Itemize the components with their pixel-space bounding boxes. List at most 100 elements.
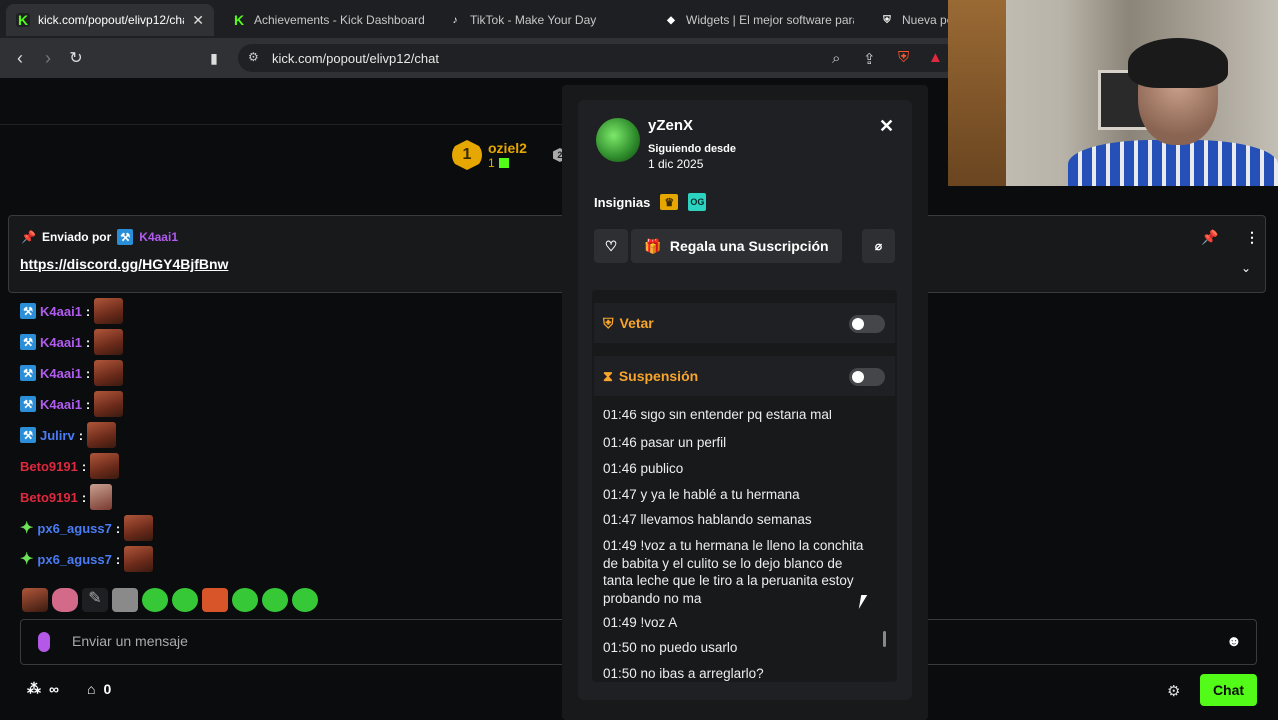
settings-gear-icon[interactable]: ⚙ <box>1167 682 1180 700</box>
history-message: 01:46 pasar un perfil <box>603 435 727 450</box>
emote-icon[interactable] <box>142 588 168 612</box>
mute-icon: ⌀ <box>874 239 883 253</box>
emote-icon[interactable] <box>202 588 228 612</box>
follow-heart-button[interactable]: ♡ <box>594 229 628 263</box>
chat-username[interactable]: K4aai1 <box>40 366 82 381</box>
points-icon[interactable]: ⁂ <box>27 680 41 697</box>
mute-button[interactable]: ⌀ <box>862 229 895 263</box>
webcam-hair <box>1128 38 1228 88</box>
bookmark-icon[interactable]: ▮ <box>204 48 224 68</box>
emote-icon[interactable] <box>172 588 198 612</box>
share-icon[interactable]: ⇪ <box>863 50 876 68</box>
ban-row: ⛨ Vetar <box>594 303 895 343</box>
kick-logo-icon: K <box>16 12 30 28</box>
colon-separator: : <box>85 334 91 350</box>
emote-icon[interactable] <box>94 298 124 324</box>
emote-icon[interactable] <box>94 329 124 355</box>
chat-username[interactable]: px6_aguss7 <box>37 521 111 536</box>
brave-shield-icon[interactable]: ⛨ <box>898 49 909 66</box>
webcam-overlay <box>948 0 1278 186</box>
chat-username[interactable]: K4aai1 <box>40 304 82 319</box>
moderator-badge-icon: ⚒ <box>20 427 36 443</box>
back-icon[interactable]: ‹ <box>10 48 30 68</box>
leader-count: 1 <box>488 156 495 170</box>
zoom-icon[interactable]: ⌕ <box>832 50 840 67</box>
sparkle-badge-icon: ✦ <box>20 520 34 537</box>
gift-subscription-button[interactable]: 🎁 Regala una Suscripción <box>631 229 842 263</box>
forward-icon[interactable]: › <box>38 48 58 68</box>
moderator-badge-icon: ⚒ <box>20 303 36 319</box>
emote-icon[interactable] <box>292 588 318 612</box>
points-count: ∞ <box>49 680 59 697</box>
leaderboard: 1 oziel2 1 2 <box>452 140 567 170</box>
moderator-badge-icon: ⚒ <box>117 229 134 245</box>
chat-username[interactable]: Beto9191 <box>20 459 78 474</box>
leader-username[interactable]: oziel2 <box>488 140 527 156</box>
tab-kick-popout[interactable]: K kick.com/popout/elivp12/cha ✕ <box>6 4 214 36</box>
chevron-down-icon[interactable]: ⌄ <box>1241 261 1251 275</box>
emote-icon[interactable] <box>90 453 120 479</box>
chat-message: ⚒ Julirv: <box>20 422 117 448</box>
crown-badge-icon: ♛ <box>660 194 679 210</box>
tab-new[interactable]: ⛨ Nueva pe <box>870 4 950 36</box>
history-message: 01:46 sigo sin entender pq estaria mal <box>603 410 832 422</box>
brave-rewards-icon[interactable]: ▲ <box>928 49 943 66</box>
emote-icon[interactable] <box>94 360 124 386</box>
pinned-by-user[interactable]: K4aai1 <box>139 230 178 244</box>
widgets-logo-icon: ◆ <box>667 14 675 26</box>
chat-username[interactable]: K4aai1 <box>40 397 82 412</box>
emote-icon[interactable] <box>112 588 138 612</box>
microphone-icon[interactable] <box>38 632 50 652</box>
chat-message: ⚒ K4aai1: <box>20 329 124 355</box>
tab-widgets[interactable]: ◆ Widgets | El mejor software para p <box>654 4 864 36</box>
site-info-icon[interactable]: ⚙ <box>248 50 259 64</box>
tab-achievements[interactable]: K Achievements - Kick Dashboard <box>222 4 432 36</box>
chat-username[interactable]: K4aai1 <box>40 335 82 350</box>
message-placeholder: Enviar un mensaje <box>72 633 188 649</box>
colon-separator: : <box>85 303 91 319</box>
chat-username[interactable]: Beto9191 <box>20 490 78 505</box>
history-message: 01:46 publico <box>603 461 684 476</box>
emote-icon[interactable] <box>94 391 124 417</box>
emote-icon[interactable] <box>52 588 78 612</box>
heart-icon: ♡ <box>604 237 618 254</box>
sparkle-badge-icon: ✦ <box>20 551 34 568</box>
colon-separator: : <box>78 427 84 443</box>
ban-label: Vetar <box>619 315 654 331</box>
emoji-picker-icon[interactable]: ☻ <box>1226 633 1242 650</box>
emote-icon[interactable] <box>22 588 48 612</box>
more-options-icon[interactable]: ⋮ <box>1245 229 1259 246</box>
emote-icon[interactable] <box>262 588 288 612</box>
moderator-badge-icon: ⚒ <box>20 365 36 381</box>
emote-icon[interactable] <box>90 484 113 510</box>
close-icon[interactable]: ✕ <box>879 116 894 137</box>
history-scrollbar[interactable] <box>883 631 886 647</box>
chat-username[interactable]: Julirv <box>40 428 75 443</box>
tiktok-logo-icon: ♪ <box>452 14 458 26</box>
gift-icon <box>498 158 509 168</box>
pinned-link[interactable]: https://discord.gg/HGY4BjfBnw <box>20 256 228 272</box>
emote-icon[interactable] <box>124 515 154 541</box>
chat-message: Beto9191: <box>20 484 113 510</box>
timeout-row: ⧗ Suspensión <box>594 356 895 396</box>
unpin-icon[interactable]: 📌 <box>1201 229 1218 246</box>
emote-icon[interactable]: ✎ <box>82 588 108 612</box>
reload-icon[interactable]: ↻ <box>66 48 86 68</box>
close-tab-icon[interactable]: ✕ <box>192 12 204 29</box>
emote-quick-bar: ✎ <box>22 588 318 612</box>
chat-message: Beto9191: <box>20 453 120 479</box>
emote-icon[interactable] <box>124 546 154 572</box>
store-icon[interactable]: ⌂ <box>87 681 95 697</box>
timeout-toggle[interactable] <box>849 368 885 386</box>
ban-toggle[interactable] <box>849 315 885 333</box>
tab-tiktok[interactable]: ♪ TikTok - Make Your Day <box>438 4 648 36</box>
url-field[interactable]: ⚙ kick.com/popout/elivp12/chat <box>238 44 958 72</box>
chat-username[interactable]: px6_aguss7 <box>37 552 111 567</box>
send-chat-button[interactable]: Chat <box>1200 674 1257 706</box>
divider <box>0 124 562 125</box>
emote-icon[interactable] <box>87 422 117 448</box>
rank-medal-icon: 1 <box>452 140 482 170</box>
emote-icon[interactable] <box>232 588 258 612</box>
history-message: 01:49 !voz A <box>603 615 678 630</box>
avatar[interactable] <box>596 118 640 162</box>
